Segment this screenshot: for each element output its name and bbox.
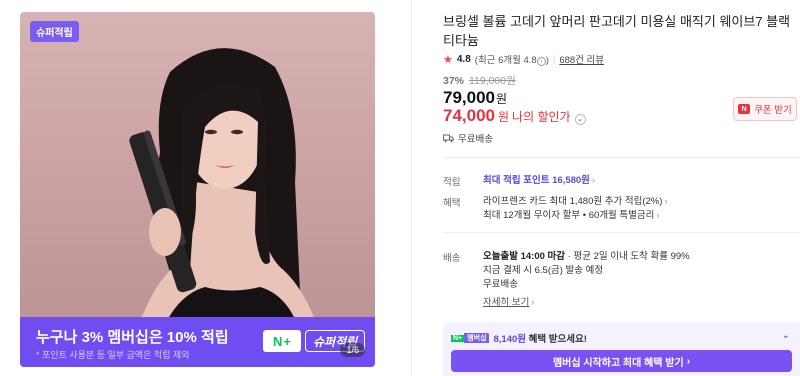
divider	[443, 157, 800, 158]
promo-banner-title: 누구나 3% 멤버십은 10% 적립	[36, 329, 229, 346]
my-discount-price[interactable]: 74,000 원 나의 할인가 ⌄	[443, 106, 586, 126]
benefit-card-link[interactable]: 라이프렌즈 카드 최대 1,480원 추가 적립(2%) ›	[483, 195, 668, 208]
model-photo	[129, 48, 325, 352]
promo-banner-note: * 포인트 사용분 등 일부 금액은 적립 제외	[36, 350, 190, 360]
start-membership-button[interactable]: 멤버십 시작하고 최대 혜택 받기 ›	[451, 350, 792, 372]
free-shipping-row: 무료배송	[443, 131, 493, 145]
rating-score: 4.8	[456, 53, 471, 65]
chevron-right-icon: ›	[686, 355, 691, 367]
star-icon: ★	[443, 53, 453, 66]
benefit-installment-link[interactable]: 최대 12개월 무이자 할부 • 60개월 특별금리 ›	[483, 209, 660, 222]
my-price-label: 나의 할인가	[512, 110, 571, 124]
truck-icon	[443, 134, 454, 142]
membership-summary: N+ 멤버십 8,140원 혜택 받으세요!	[451, 333, 587, 345]
chevron-right-icon: ›	[591, 175, 596, 186]
coupon-button[interactable]: N 쿠폰 받기	[733, 97, 797, 121]
chevron-right-icon: ›	[656, 210, 660, 221]
naver-plus-membership-badge: N+ 멤버십	[451, 333, 490, 344]
points-link[interactable]: 최대 적립 포인트 16,580원 ›	[483, 174, 595, 187]
chevron-right-icon: ›	[664, 196, 668, 207]
chevron-down-icon[interactable]: ⌄	[782, 330, 790, 341]
naver-plus-logo: N +	[263, 330, 301, 352]
discount-rate: 37%	[443, 75, 465, 87]
benefit-label: 혜택	[443, 198, 461, 209]
product-info-panel: 브링셀 볼륨 고데기 앞머리 판고데기 미용실 매직기 웨이브7 블랙 티타늄 …	[443, 0, 800, 376]
chevron-down-icon: ⌄	[574, 113, 586, 125]
super-points-badge: 슈퍼적립	[30, 21, 79, 42]
delivery-fee: 무료배송	[483, 279, 518, 290]
points-label: 적립	[443, 177, 461, 188]
delivery-schedule: 지금 결제 시 6.5(금) 발송 예정	[483, 265, 604, 276]
sale-price: 79,000원	[443, 88, 508, 107]
divider	[443, 232, 800, 233]
coupon-icon: N	[738, 104, 751, 114]
product-image[interactable]: 슈퍼적립 누구나 3% 멤버십은 10% 적립 * 포인트 사용분 등 일부 금…	[20, 12, 375, 367]
product-title: 브링셀 볼륨 고데기 앞머리 판고데기 미용실 매직기 웨이브7 블랙 티타늄	[443, 14, 791, 48]
column-divider	[411, 0, 412, 376]
image-page-counter: 1/6	[340, 343, 365, 357]
delivery-today: 오늘출발 14:00 마감 · 평균 2일 이내 도착 확률 99%	[483, 251, 690, 262]
delivery-more-link[interactable]: 자세히 보기 ›	[483, 296, 535, 309]
review-count-link[interactable]: 688건 리뷰	[559, 52, 604, 66]
info-icon[interactable]: i	[536, 57, 546, 66]
rating-recent: (최근 6개월 4.8 i)	[474, 55, 549, 66]
rating-row: ★ 4.8 (최근 6개월 4.8 i) | 688건 리뷰	[443, 52, 604, 66]
original-price: 119,000원	[468, 75, 516, 87]
delivery-label: 배송	[443, 253, 461, 264]
chevron-right-icon: ›	[531, 297, 535, 308]
separator: |	[552, 53, 556, 65]
discount-row: 37% 119,000원	[443, 73, 516, 88]
membership-box: N+ 멤버십 8,140원 혜택 받으세요! ⌄ 멤버십 시작하고 최대 혜택 받…	[443, 322, 800, 376]
promo-banner: 누구나 3% 멤버십은 10% 적립 * 포인트 사용분 등 일부 금액은 적립…	[20, 317, 375, 367]
